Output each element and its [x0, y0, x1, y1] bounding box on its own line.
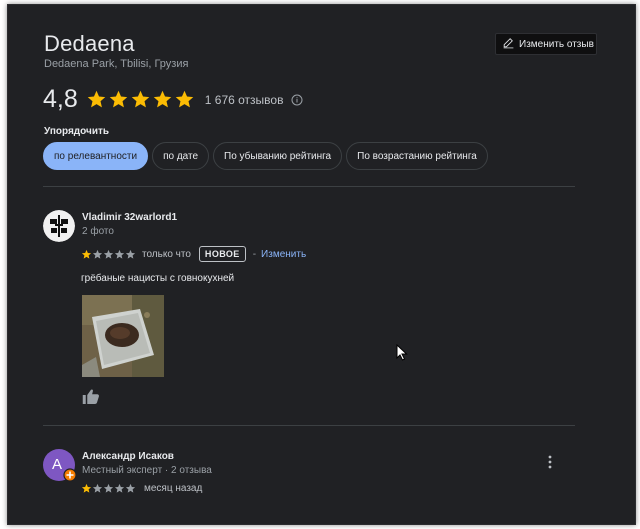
avatar[interactable]: A — [43, 449, 77, 482]
sort-chip-rating-asc[interactable]: По возрастанию рейтинга — [346, 142, 488, 170]
place-title: Dedaena — [44, 31, 135, 56]
star-icon — [81, 483, 92, 493]
avatar[interactable] — [43, 210, 75, 242]
rating-value: 4,8 — [43, 85, 78, 113]
new-badge: НОВОЕ — [198, 246, 246, 262]
sort-label: Упорядочить — [44, 126, 110, 137]
review-rating-row: месяц назад — [81, 483, 202, 494]
divider — [43, 425, 575, 426]
star-icon — [114, 483, 125, 493]
star-icon — [87, 90, 106, 108]
star-icon — [103, 249, 114, 259]
review-meta: Местный эксперт · 2 отзыва — [82, 465, 212, 476]
star-icon — [81, 249, 92, 259]
reviews-panel: Dedaena Dedaena Park, Tbilisi, Грузия Из… — [7, 4, 636, 525]
star-icon — [103, 483, 114, 493]
review-stars — [81, 249, 136, 260]
review-stars — [81, 483, 136, 494]
star-icon — [131, 90, 150, 108]
review-author[interactable]: Александр Исаков — [82, 451, 174, 462]
star-icon — [175, 90, 194, 108]
review-count: 1 676 отзывов — [204, 92, 284, 107]
review-time: только что — [142, 248, 191, 260]
edit-review-label: Изменить отзыв — [519, 38, 594, 50]
star-icon — [92, 483, 103, 493]
more-vert-icon[interactable] — [547, 455, 553, 474]
avatar-letter: A — [52, 456, 63, 473]
divider — [43, 186, 575, 187]
review-text: грёбаные нацисты с говнокухней — [81, 273, 235, 284]
review-time: месяц назад — [144, 483, 203, 494]
star-icon — [125, 483, 136, 493]
separator: - — [252, 248, 257, 260]
review-item: Vladimir 32warlord1 2 фото только что НО… — [43, 210, 575, 410]
sort-chips: по релевантности по дате По убыванию рей… — [43, 142, 488, 170]
place-address: Dedaena Park, Tbilisi, Грузия — [44, 58, 189, 70]
review-author[interactable]: Vladimir 32warlord1 — [82, 212, 177, 223]
rating-summary: 4,8 1 676 отзывов — [43, 85, 303, 114]
thumbs-up-icon[interactable] — [82, 388, 100, 410]
star-icon — [109, 90, 128, 108]
review-rating-row: только что НОВОЕ - Изменить — [81, 246, 306, 262]
star-icon — [92, 249, 103, 259]
review-meta: 2 фото — [82, 226, 114, 237]
mouse-cursor-icon — [396, 343, 408, 366]
sort-chip-date[interactable]: по дате — [152, 142, 210, 170]
star-icon — [153, 90, 172, 108]
edit-review-button[interactable]: Изменить отзыв — [495, 33, 597, 55]
edit-review-link[interactable]: Изменить — [261, 249, 306, 260]
sort-chip-rating-desc[interactable]: По убыванию рейтинга — [213, 142, 343, 170]
rating-stars — [86, 89, 195, 110]
pencil-icon — [502, 36, 515, 52]
review-item: A Александр Исаков Местный эксперт · 2 о… — [43, 449, 575, 509]
sort-chip-relevance[interactable]: по релевантности — [43, 142, 149, 170]
star-icon — [125, 249, 136, 259]
review-photo[interactable] — [82, 295, 164, 377]
star-icon — [114, 249, 125, 259]
info-icon[interactable] — [291, 94, 303, 106]
